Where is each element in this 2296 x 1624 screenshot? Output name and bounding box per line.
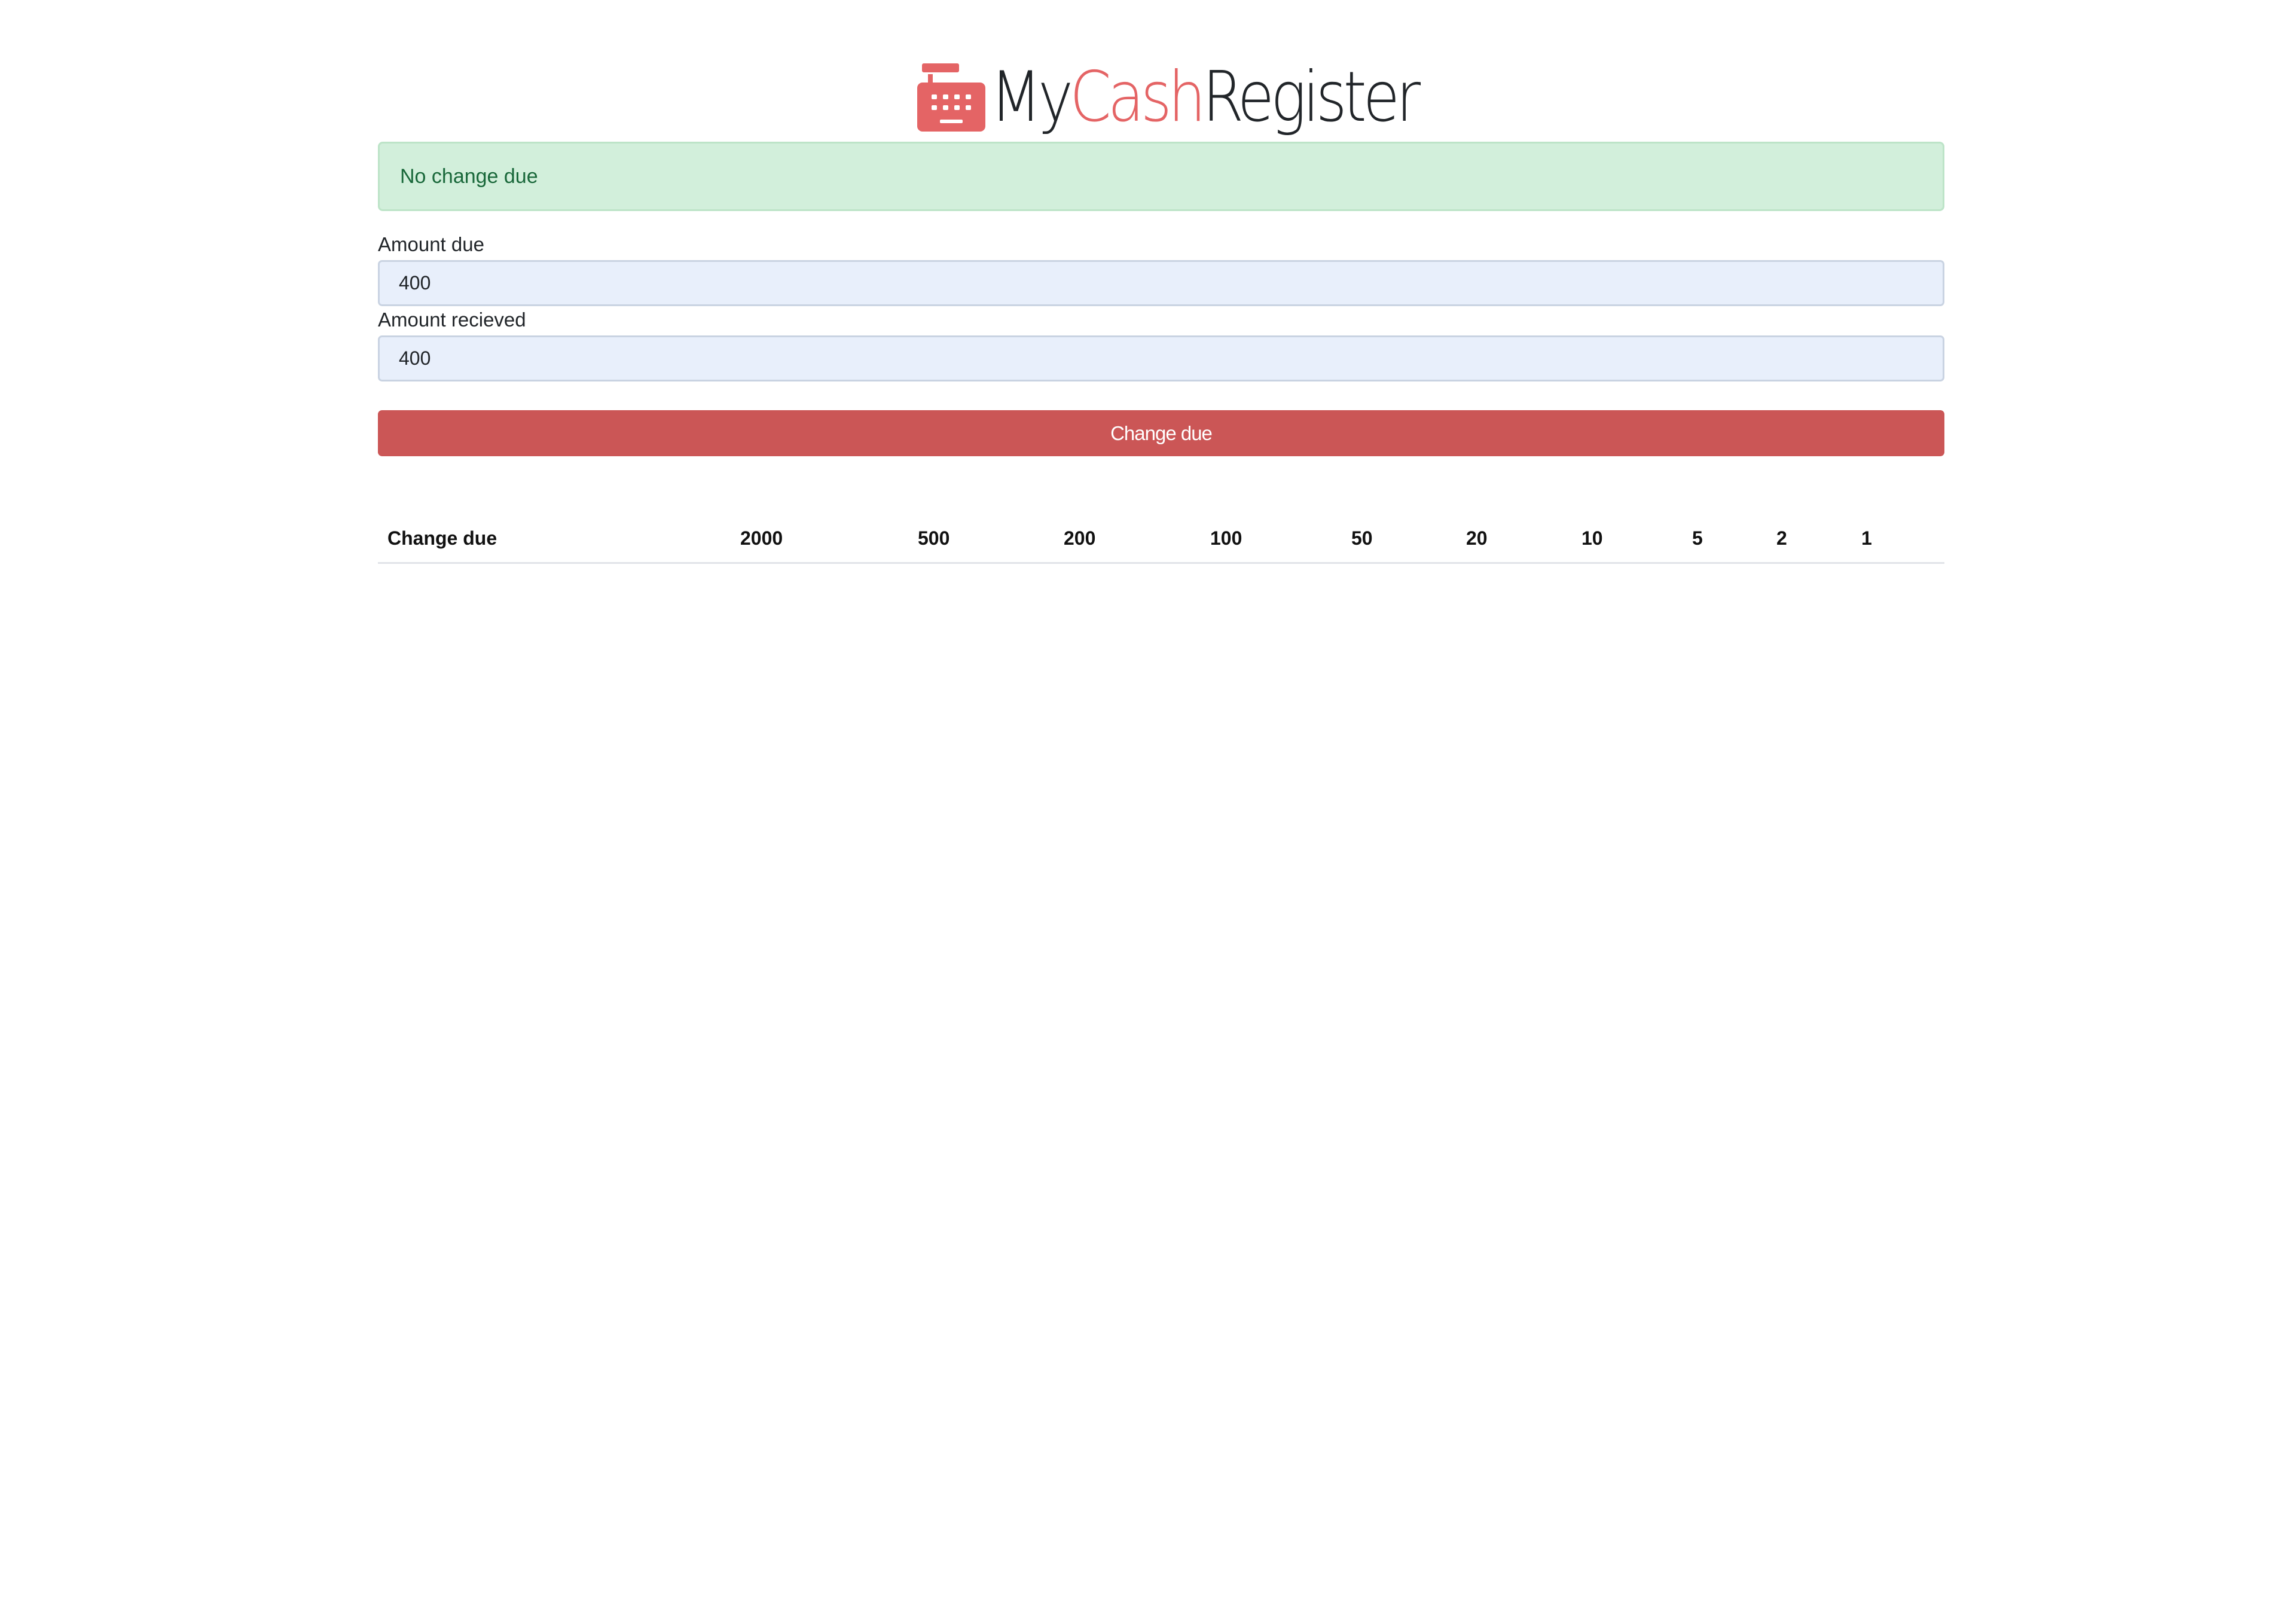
amount-received-input[interactable] <box>378 335 1944 381</box>
header-denomination-100: 100 <box>1201 514 1342 564</box>
status-alert-message: No change due <box>400 164 538 188</box>
logo-text-register: Register <box>1202 56 1421 138</box>
header-change-due: Change due <box>378 514 731 564</box>
page: MyCashRegister No change due Amount due … <box>0 0 2296 1624</box>
header-denomination-200: 200 <box>1054 514 1201 564</box>
change-table-header-row: Change due 2000 500 200 100 50 20 10 5 2… <box>378 514 1944 564</box>
change-due-button[interactable]: Change due <box>378 410 1944 456</box>
cash-register-icon <box>917 63 985 132</box>
header-denomination-500: 500 <box>908 514 1054 564</box>
header-denomination-2: 2 <box>1767 514 1852 564</box>
header-denomination-10: 10 <box>1572 514 1683 564</box>
status-alert: No change due <box>378 142 1944 211</box>
amount-due-input[interactable] <box>378 260 1944 306</box>
header-denomination-1: 1 <box>1852 514 1944 564</box>
header-denomination-2000: 2000 <box>731 514 908 564</box>
change-table: Change due 2000 500 200 100 50 20 10 5 2… <box>378 514 1944 564</box>
header-denomination-20: 20 <box>1457 514 1572 564</box>
amount-due-label: Amount due <box>378 233 484 255</box>
header-denomination-5: 5 <box>1683 514 1767 564</box>
app-logo: MyCashRegister <box>916 60 1486 135</box>
amount-received-label: Amount recieved <box>378 309 526 331</box>
logo-text-my: My <box>990 56 1073 138</box>
header-denomination-50: 50 <box>1342 514 1457 564</box>
logo-text-cash: Cash <box>1070 56 1206 138</box>
app-title: MyCashRegister <box>990 62 1421 132</box>
